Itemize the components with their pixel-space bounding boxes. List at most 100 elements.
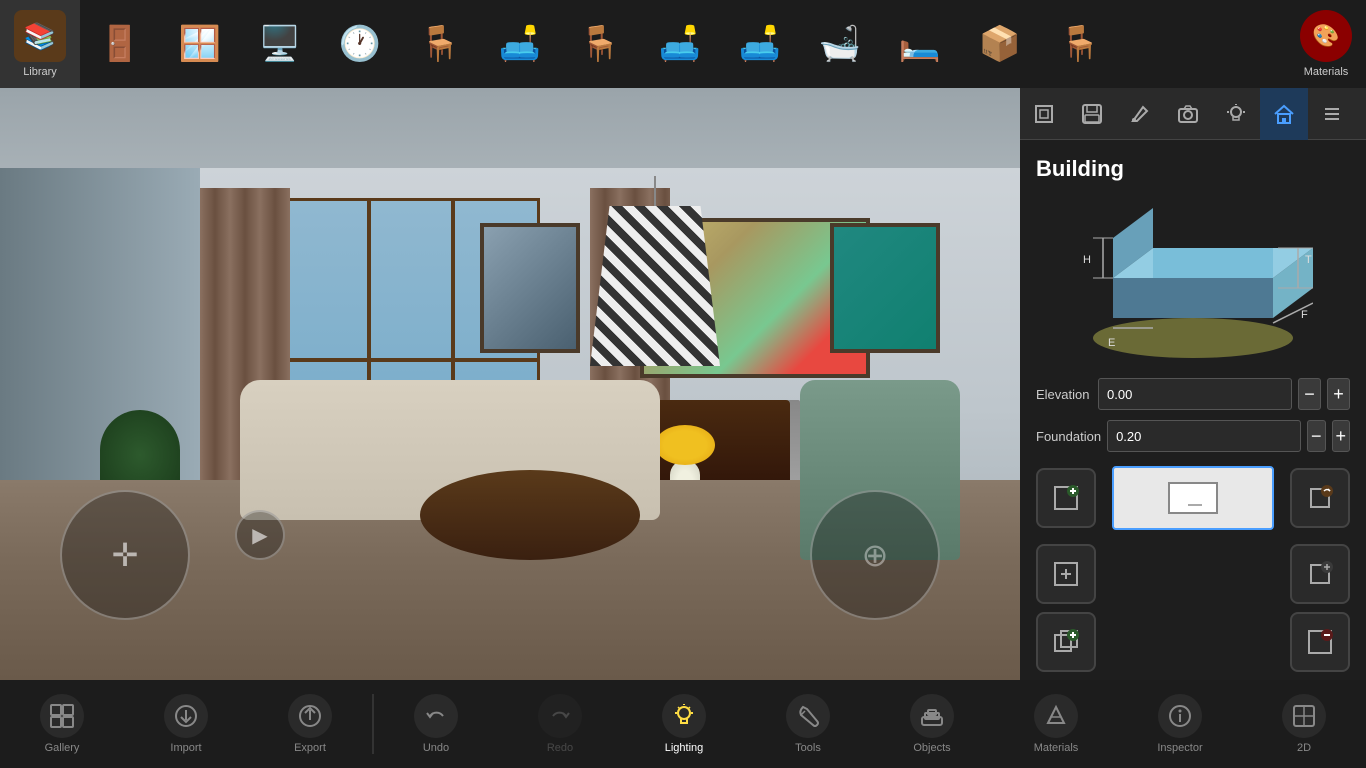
svg-text:T: T: [1305, 254, 1312, 266]
panel-save-btn[interactable]: [1068, 88, 1116, 140]
directional-arrows-icon: ✛: [112, 536, 139, 574]
bottom-import[interactable]: Import: [124, 680, 248, 768]
building-panel: Building T: [1020, 140, 1366, 768]
settings-story-icon: [1305, 559, 1335, 589]
rotate-story-icon: [1305, 483, 1335, 513]
toolbar-bathtub[interactable]: 🛁: [800, 0, 880, 88]
top-toolbar: 📚 Library 🚪 🪟 🖥️ 🕐 🪑 🛋️ 🪑 🛋️ 🛋️ 🛁 🛏️ 📦 🪑: [0, 0, 1366, 88]
camera-icon: [1177, 103, 1199, 125]
toolbar-clock[interactable]: 🕐: [320, 0, 400, 88]
2d-label: 2D: [1297, 742, 1311, 754]
toolbar-chair-pink[interactable]: 🪑: [560, 0, 640, 88]
clock-icon: 🕐: [339, 24, 381, 64]
export-label: Export: [294, 742, 326, 754]
bottom-2d[interactable]: 2D: [1242, 680, 1366, 768]
story-controls-row2: [1036, 544, 1350, 604]
tools-icon: [786, 694, 830, 738]
panel-light-btn[interactable]: [1212, 88, 1260, 140]
elevation-control: Elevation − +: [1036, 378, 1350, 410]
toolbar-bed[interactable]: 🛏️: [880, 0, 960, 88]
panel-list-btn[interactable]: [1308, 88, 1356, 140]
bottom-gallery[interactable]: Gallery: [0, 680, 124, 768]
elevation-input[interactable]: [1098, 378, 1292, 410]
navigation-control-left[interactable]: ✛: [60, 490, 190, 620]
rotation-control[interactable]: ⊕: [810, 490, 940, 620]
bottom-redo[interactable]: Redo: [498, 680, 622, 768]
painting-left: [480, 223, 580, 353]
armchair-yellow-icon: 🛋️: [499, 24, 541, 64]
foundation-label: Foundation: [1036, 429, 1101, 444]
toolbar-window[interactable]: 🪟: [160, 0, 240, 88]
rotate-story-btn[interactable]: [1290, 468, 1350, 528]
main-viewport[interactable]: ✛ ▶ ⊕: [0, 88, 1020, 680]
chest-icon: 📦: [979, 24, 1021, 64]
svg-text:F: F: [1301, 309, 1308, 321]
toolbar-chair-red[interactable]: 🪑: [400, 0, 480, 88]
painting-right: [830, 223, 940, 353]
add-story-btn[interactable]: [1036, 468, 1096, 528]
elevation-minus-btn[interactable]: −: [1298, 378, 1321, 410]
select-icon: [1033, 103, 1055, 125]
foundation-minus-btn[interactable]: −: [1307, 420, 1325, 452]
move-story-icon: [1051, 559, 1081, 589]
foundation-control: Foundation − +: [1036, 420, 1350, 452]
home-icon: [1273, 103, 1295, 125]
2d-icon: [1282, 694, 1326, 738]
toolbar-library[interactable]: 📚 Library: [0, 0, 80, 88]
panel-home-btn[interactable]: [1260, 88, 1308, 140]
library-icon: 📚: [14, 10, 66, 62]
duplicate-story-btn[interactable]: [1036, 612, 1096, 672]
toolbar-materials[interactable]: 🎨 Materials: [1286, 0, 1366, 88]
foundation-input[interactable]: [1107, 420, 1301, 452]
building-diagram: T H E F: [1073, 198, 1313, 358]
materials-bottom-icon: [1034, 694, 1078, 738]
bottom-inspector[interactable]: Inspector: [1118, 680, 1242, 768]
import-label: Import: [170, 742, 201, 754]
floor-plan-preview-inner: [1168, 482, 1218, 514]
toolbar-door[interactable]: 🚪: [80, 0, 160, 88]
chair-pink-icon: 🪑: [579, 24, 621, 64]
bottom-undo[interactable]: Undo: [374, 680, 498, 768]
pan-control[interactable]: ▶: [235, 510, 285, 560]
floor-plan-selected[interactable]: [1112, 466, 1274, 530]
toolbar-chest[interactable]: 📦: [960, 0, 1040, 88]
panel-icon-tabs: [1020, 88, 1366, 140]
delete-story-icon: [1305, 627, 1335, 657]
elevation-label: Elevation: [1036, 387, 1092, 402]
toolbar-monitor[interactable]: 🖥️: [240, 0, 320, 88]
bottom-materials[interactable]: Materials: [994, 680, 1118, 768]
foundation-plus-btn[interactable]: +: [1332, 420, 1350, 452]
bottom-export[interactable]: Export: [248, 680, 372, 768]
toolbar-armchair-yellow[interactable]: 🛋️: [480, 0, 560, 88]
objects-label: Objects: [913, 742, 950, 754]
import-icon: [164, 694, 208, 738]
materials-icon: 🎨: [1300, 10, 1352, 62]
list-icon: [1321, 103, 1343, 125]
delete-story-btn[interactable]: [1290, 612, 1350, 672]
lighting-label: Lighting: [665, 742, 704, 754]
move-story-btn[interactable]: [1036, 544, 1096, 604]
monitor-icon: 🖥️: [259, 24, 301, 64]
settings-story-btn[interactable]: [1290, 544, 1350, 604]
panel-camera-btn[interactable]: [1164, 88, 1212, 140]
elevation-plus-btn[interactable]: +: [1327, 378, 1350, 410]
bathtub-icon: 🛁: [819, 24, 861, 64]
pan-icon: ▶: [252, 523, 267, 548]
bottom-tools[interactable]: Tools: [746, 680, 870, 768]
toolbar-sofa-light[interactable]: 🛋️: [640, 0, 720, 88]
duplicate-story-icon: [1051, 627, 1081, 657]
lighting-icon: [662, 694, 706, 738]
panel-paint-btn[interactable]: [1116, 88, 1164, 140]
rotate-icon: ⊕: [862, 536, 889, 574]
toolbar-chair-red2[interactable]: 🪑: [1040, 0, 1120, 88]
bottom-objects[interactable]: Objects: [870, 680, 994, 768]
toolbar-sofa-yellow[interactable]: 🛋️: [720, 0, 800, 88]
story-controls-row: [1036, 466, 1350, 530]
panel-select-btn[interactable]: [1020, 88, 1068, 140]
lamp-cord: [654, 176, 656, 206]
undo-icon: [414, 694, 458, 738]
window-frame-horizontal: [283, 358, 537, 362]
pendant-lamp: [590, 176, 720, 366]
light-icon: [1225, 103, 1247, 125]
bottom-lighting[interactable]: Lighting: [622, 680, 746, 768]
